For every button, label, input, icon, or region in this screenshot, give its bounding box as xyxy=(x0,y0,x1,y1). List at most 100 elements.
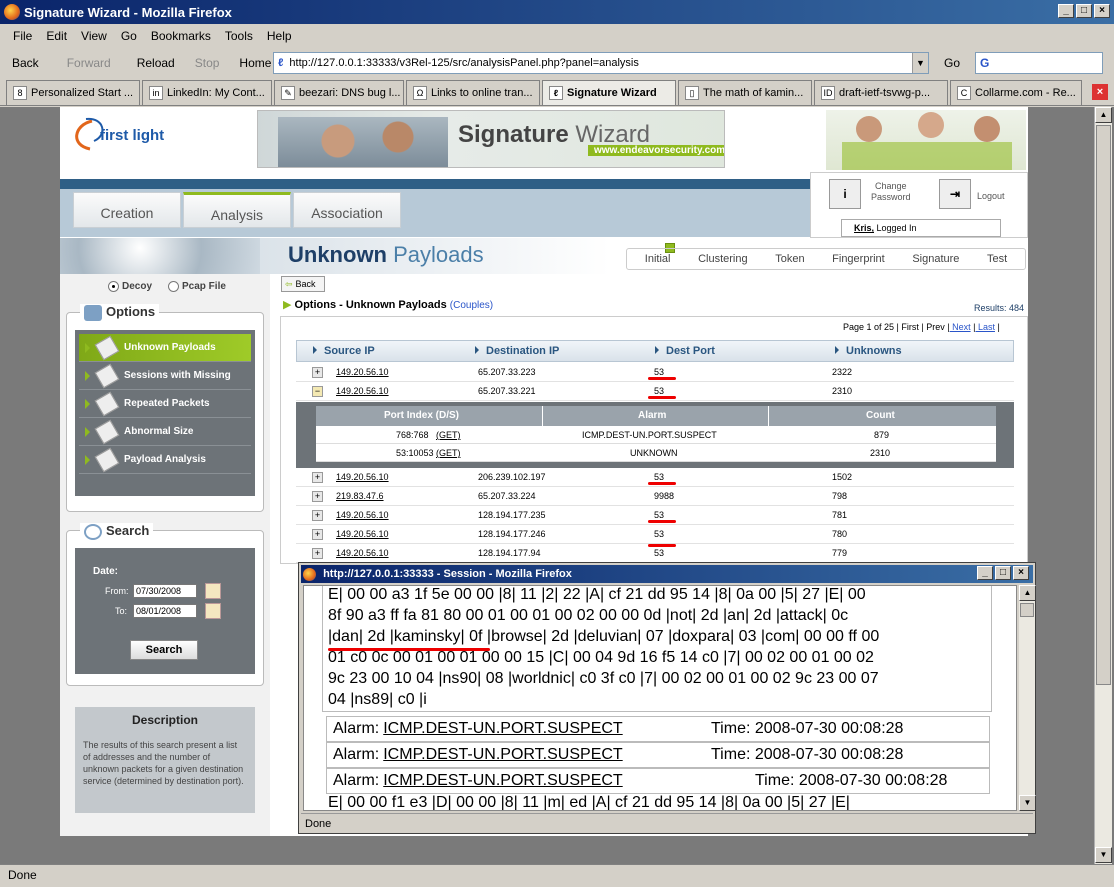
tab-beezari[interactable]: ✎ beezari: DNS bug l... xyxy=(274,80,404,105)
logout-icon[interactable]: ⇥ xyxy=(939,179,971,209)
alarm-count: 879 xyxy=(874,430,890,440)
search-title: Search xyxy=(80,523,154,540)
option-abnormal-size[interactable]: Abnormal Size xyxy=(79,418,251,446)
expand-icon[interactable]: + xyxy=(312,367,323,378)
col-unknowns[interactable]: Unknowns xyxy=(835,345,902,357)
from-date-input[interactable]: 07/30/2008 xyxy=(133,584,197,598)
home-button[interactable]: Home xyxy=(233,56,277,70)
step-token[interactable]: Token xyxy=(775,253,804,265)
expand-icon[interactable]: + xyxy=(312,529,323,540)
menu-help[interactable]: Help xyxy=(260,29,299,43)
step-clustering[interactable]: Clustering xyxy=(698,253,748,265)
reload-button[interactable]: Reload xyxy=(131,56,181,70)
forward-button[interactable]: Forward xyxy=(61,56,117,70)
source-ip-link[interactable]: 149.20.56.10 xyxy=(336,472,389,482)
menu-tools[interactable]: Tools xyxy=(218,29,260,43)
stop-button[interactable]: Stop xyxy=(189,56,226,70)
menu-view[interactable]: View xyxy=(74,29,114,43)
col-source-ip[interactable]: Source IP xyxy=(313,345,375,357)
search-input[interactable]: G xyxy=(975,52,1103,74)
menu-file[interactable]: File xyxy=(6,29,39,43)
source-ip-link[interactable]: 149.20.56.10 xyxy=(336,529,389,539)
pagination: Page 1 of 25 | First | Prev | Next | Las… xyxy=(843,322,1000,332)
step-signature[interactable]: Signature xyxy=(912,253,959,265)
source-ip-link[interactable]: 219.83.47.6 xyxy=(336,491,384,501)
table-row[interactable]: + 219.83.47.6 65.207.33.224 9988 798 xyxy=(296,487,1014,506)
collapse-icon[interactable]: − xyxy=(312,386,323,397)
decoy-radio[interactable]: Decoy xyxy=(108,281,152,292)
couples-link[interactable]: (Couples) xyxy=(450,300,493,311)
menu-bookmarks[interactable]: Bookmarks xyxy=(144,29,218,43)
tab-signature-wizard[interactable]: ℓ Signature Wizard xyxy=(542,80,676,105)
change-password-link[interactable]: Change Password xyxy=(871,181,911,203)
url-input[interactable]: ℓ http://127.0.0.1:33333/v3Rel-125/src/a… xyxy=(273,52,929,74)
expand-icon[interactable]: + xyxy=(312,491,323,502)
step-initial[interactable]: Initial xyxy=(645,253,671,265)
table-row[interactable]: + 149.20.56.10 128.194.177.246 53 780 xyxy=(296,525,1014,544)
menu-edit[interactable]: Edit xyxy=(39,29,74,43)
source-ip-link[interactable]: 149.20.56.10 xyxy=(336,386,389,396)
alarm-link[interactable]: ICMP.DEST-UN.PORT.SUSPECT xyxy=(383,772,622,789)
col-dest-port[interactable]: Dest Port xyxy=(655,345,715,357)
minimize-button[interactable]: _ xyxy=(1058,4,1074,18)
close-tab-icon[interactable]: × xyxy=(1092,84,1108,100)
tab-linkedin[interactable]: in LinkedIn: My Cont... xyxy=(142,80,272,105)
hex-line: E| 00 00 f1 e3 |D| 00 00 |8| 11 |m| ed |… xyxy=(328,794,850,811)
first-page-link[interactable]: First | xyxy=(899,322,923,332)
popup-close-button[interactable]: × xyxy=(1013,566,1029,580)
maximize-button[interactable]: □ xyxy=(1076,4,1092,18)
option-payload-analysis[interactable]: Payload Analysis xyxy=(79,446,251,474)
alarm-link[interactable]: ICMP.DEST-UN.PORT.SUSPECT xyxy=(383,720,622,737)
password-icon[interactable]: i xyxy=(829,179,861,209)
logout-link[interactable]: Logout xyxy=(977,191,1005,201)
scroll-up-icon[interactable]: ▲ xyxy=(1095,107,1112,123)
back-button[interactable]: Back xyxy=(6,56,45,70)
tab-links-online[interactable]: Ω Links to online tran... xyxy=(406,80,540,105)
pcap-radio[interactable]: Pcap File xyxy=(168,281,226,292)
get-link[interactable]: (GET) xyxy=(436,448,461,458)
option-sessions-missing[interactable]: Sessions with Missing xyxy=(79,362,251,390)
popup-maximize-button[interactable]: □ xyxy=(995,566,1011,580)
tab-creation[interactable]: Creation xyxy=(73,192,181,228)
go-button[interactable]: Go xyxy=(944,56,960,70)
calendar-icon[interactable] xyxy=(205,583,221,599)
scroll-thumb[interactable] xyxy=(1096,125,1111,685)
calendar-icon[interactable] xyxy=(205,603,221,619)
source-ip-link[interactable]: 149.20.56.10 xyxy=(336,548,389,558)
source-ip-link[interactable]: 149.20.56.10 xyxy=(336,510,389,520)
page-scrollbar[interactable]: ▲ ▼ xyxy=(1094,107,1112,864)
scroll-down-icon[interactable]: ▼ xyxy=(1095,847,1112,863)
step-test[interactable]: Test xyxy=(987,253,1007,265)
search-button[interactable]: Search xyxy=(130,640,198,660)
to-date-input[interactable]: 08/01/2008 xyxy=(133,604,197,618)
source-ip-link[interactable]: 149.20.56.10 xyxy=(336,367,389,377)
step-fingerprint[interactable]: Fingerprint xyxy=(832,253,885,265)
scroll-up-icon[interactable]: ▲ xyxy=(1019,585,1036,601)
tab-analysis[interactable]: Analysis xyxy=(183,192,291,228)
close-button[interactable]: × xyxy=(1094,4,1110,18)
chevron-down-icon[interactable]: ▼ xyxy=(912,53,928,73)
get-link[interactable]: (GET) xyxy=(436,430,461,440)
tab-collarme[interactable]: C Collarme.com - Re... xyxy=(950,80,1082,105)
popup-minimize-button[interactable]: _ xyxy=(977,566,993,580)
expand-icon[interactable]: + xyxy=(312,472,323,483)
back-link[interactable]: ⇦ Back xyxy=(281,276,325,292)
col-destination-ip[interactable]: Destination IP xyxy=(475,345,559,357)
tab-personalized-start[interactable]: 8 Personalized Start ... xyxy=(6,80,140,105)
tab-draft-ietf[interactable]: ID draft-ietf-tsvwg-p... xyxy=(814,80,948,105)
scroll-down-icon[interactable]: ▼ xyxy=(1019,795,1036,811)
option-repeated-packets[interactable]: Repeated Packets xyxy=(79,390,251,418)
popup-scrollbar[interactable]: ▲ ▼ xyxy=(1019,585,1036,811)
tab-math-of-kaminsky[interactable]: ▯ The math of kamin... xyxy=(678,80,812,105)
prev-page-link[interactable]: Prev | xyxy=(924,322,949,332)
option-unknown-payloads[interactable]: Unknown Payloads xyxy=(79,334,251,362)
next-page-link[interactable]: Next xyxy=(950,322,971,332)
last-page-link[interactable]: Last xyxy=(975,322,995,332)
expand-icon[interactable]: + xyxy=(312,510,323,521)
menu-go[interactable]: Go xyxy=(114,29,144,43)
tab-favicon-icon: 8 xyxy=(13,86,27,100)
alarm-link[interactable]: ICMP.DEST-UN.PORT.SUSPECT xyxy=(383,746,622,763)
tab-association[interactable]: Association xyxy=(293,192,401,228)
scroll-thumb[interactable] xyxy=(1020,603,1034,617)
expand-icon[interactable]: + xyxy=(312,548,323,559)
